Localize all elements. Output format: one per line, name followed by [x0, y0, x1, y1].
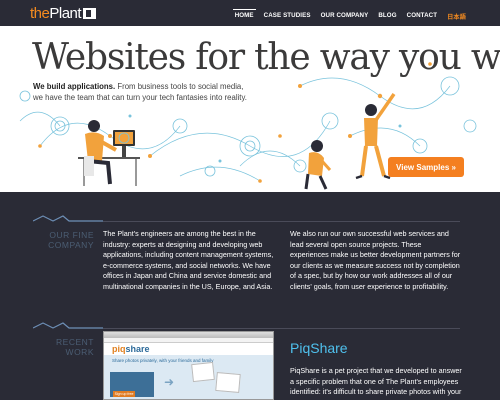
- piqshare-title[interactable]: PiqShare: [290, 340, 348, 356]
- main-nav: HOME CASE STUDIES OUR COMPANY BLOG CONTA…: [232, 9, 468, 22]
- piqshare-header: piqshare: [104, 343, 273, 355]
- section-divider: [103, 328, 460, 329]
- company-section-label: OUR FINE COMPANY: [30, 230, 94, 250]
- hero-subtitle-bold: We build applications.: [33, 82, 116, 91]
- work-label-line1: RECENT: [56, 337, 94, 347]
- logo-the: the: [30, 4, 50, 22]
- work-label-line2: WORK: [65, 347, 94, 357]
- view-samples-button[interactable]: View Samples »: [388, 157, 464, 177]
- hero-banner: Websites for the way you work. We build …: [0, 26, 500, 192]
- hero-subtitle-line2: we have the team that can turn your tech…: [33, 93, 247, 102]
- top-bar: the Plant HOME CASE STUDIES OUR COMPANY …: [0, 0, 500, 26]
- nav-blog[interactable]: BLOG: [376, 11, 398, 22]
- nav-home[interactable]: HOME: [232, 9, 256, 22]
- piqshare-logo-share: share: [125, 344, 150, 354]
- arrow-icon: ➜: [164, 375, 175, 389]
- squiggle-divider-icon: [33, 322, 103, 329]
- nav-japanese[interactable]: 日本語: [445, 11, 468, 22]
- company-label-line2: COMPANY: [48, 240, 94, 250]
- hero-title: Websites for the way you work.: [32, 37, 500, 78]
- company-text-right: We also run our own successful web servi…: [290, 229, 461, 291]
- logo-flag-icon: [83, 7, 97, 19]
- piqshare-logo-piq: piq: [112, 344, 126, 354]
- nav-contact[interactable]: CONTACT: [405, 11, 440, 22]
- nav-case-studies[interactable]: CASE STUDIES: [262, 11, 313, 22]
- section-divider: [103, 221, 460, 222]
- photo-icon: [215, 371, 241, 394]
- hero-subtitle: We build applications. From business too…: [33, 81, 247, 103]
- work-section-label: RECENT WORK: [30, 337, 94, 357]
- company-text-left: The Plant's engineers are among the best…: [103, 229, 274, 291]
- squiggle-divider-icon: [33, 215, 103, 222]
- piqshare-description: PiqShare is a pet project that we develo…: [290, 366, 462, 396]
- nav-our-company[interactable]: OUR COMPANY: [319, 11, 371, 22]
- piqshare-body: Share photos privately, with your friend…: [104, 355, 273, 399]
- desk-worker-figure: [78, 120, 140, 186]
- photo-icon: [191, 361, 215, 383]
- piqshare-logo: piqshare: [112, 344, 150, 354]
- company-label-line1: OUR FINE: [49, 230, 94, 240]
- piqshare-screenshot[interactable]: piqshare Share photos privately, with yo…: [103, 331, 274, 400]
- crouching-worker-figure: [304, 140, 332, 190]
- site-logo[interactable]: the Plant: [30, 4, 97, 22]
- logo-plant: Plant: [49, 4, 82, 22]
- piqshare-signup-button: Sign up free: [113, 391, 135, 397]
- hero-subtitle-rest: From business tools to social media,: [115, 82, 244, 91]
